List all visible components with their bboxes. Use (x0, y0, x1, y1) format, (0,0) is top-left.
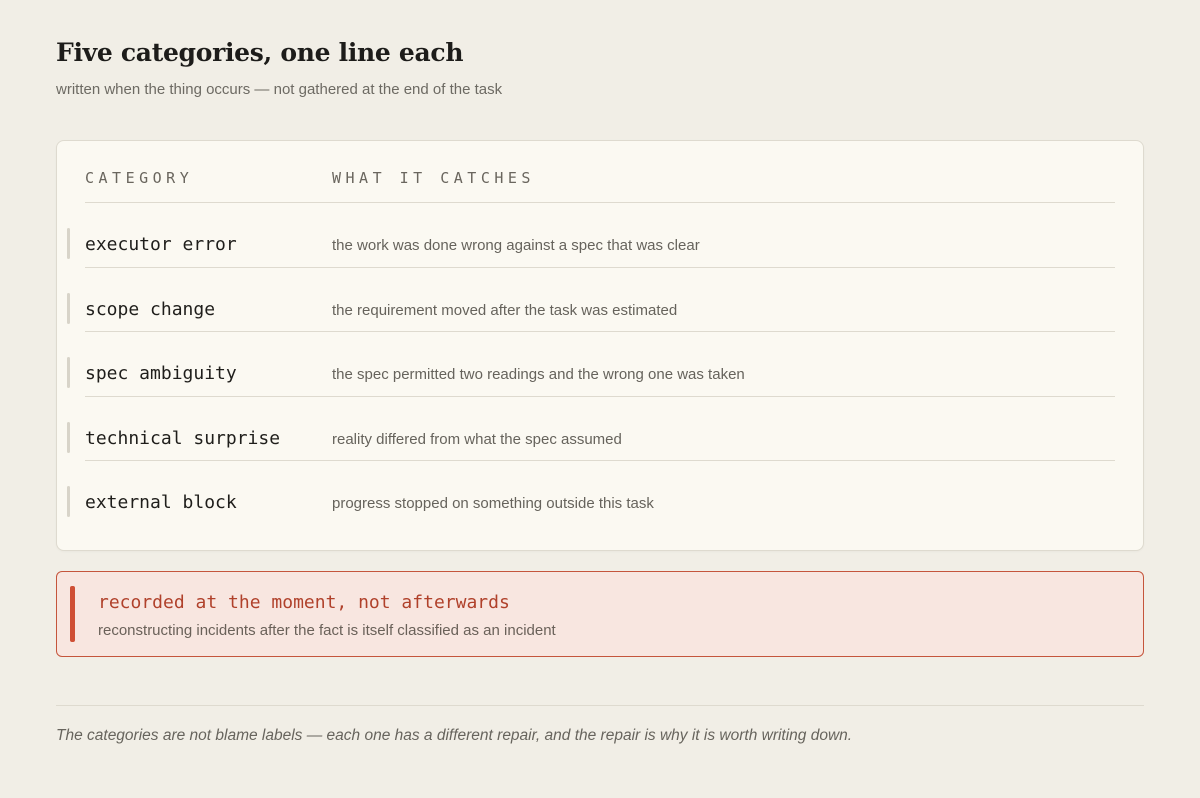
category-name: external block (85, 492, 237, 513)
callout-note: recorded at the moment, not afterwards r… (56, 571, 1144, 657)
column-header-what-it-catches: WHAT IT CATCHES (332, 169, 535, 187)
table-header: CATEGORY WHAT IT CATCHES (85, 141, 1115, 203)
row-marker (67, 486, 70, 517)
callout-accent-bar (70, 586, 75, 642)
table-row: scope change the requirement moved after… (67, 268, 1115, 332)
table-row: spec ambiguity the spec permitted two re… (67, 332, 1115, 397)
row-marker (67, 357, 70, 388)
callout-text: reconstructing incidents after the fact … (98, 622, 556, 639)
category-description: progress stopped on something outside th… (332, 495, 654, 512)
table-row: executor error the work was done wrong a… (67, 203, 1115, 268)
row-marker (67, 292, 70, 324)
page-title: Five categories, one line each (56, 38, 464, 67)
page: Five categories, one line each written w… (0, 0, 1200, 798)
category-description: reality differed from what the spec assu… (332, 430, 622, 448)
table-row: technical surprise reality differed from… (67, 397, 1115, 461)
row-marker (67, 421, 70, 453)
callout-title: recorded at the moment, not afterwards (98, 592, 510, 613)
category-name: executor error (85, 234, 237, 255)
divider (56, 705, 1144, 706)
category-name: scope change (85, 298, 216, 320)
category-name: spec ambiguity (85, 363, 237, 384)
footnote: The categories are not blame labels — ea… (56, 727, 853, 744)
category-description: the work was done wrong against a spec t… (332, 237, 700, 254)
categories-table: CATEGORY WHAT IT CATCHES executor error … (56, 140, 1144, 551)
page-subtitle: written when the thing occurs — not gath… (56, 81, 503, 98)
table-body: executor error the work was done wrong a… (67, 203, 1115, 525)
category-name: technical surprise (85, 427, 281, 449)
category-description: the requirement moved after the task was… (332, 301, 678, 319)
category-description: the spec permitted two readings and the … (332, 366, 745, 383)
table-row: external block progress stopped on somet… (67, 461, 1115, 525)
column-header-category: CATEGORY (85, 169, 194, 187)
row-marker (67, 228, 70, 259)
